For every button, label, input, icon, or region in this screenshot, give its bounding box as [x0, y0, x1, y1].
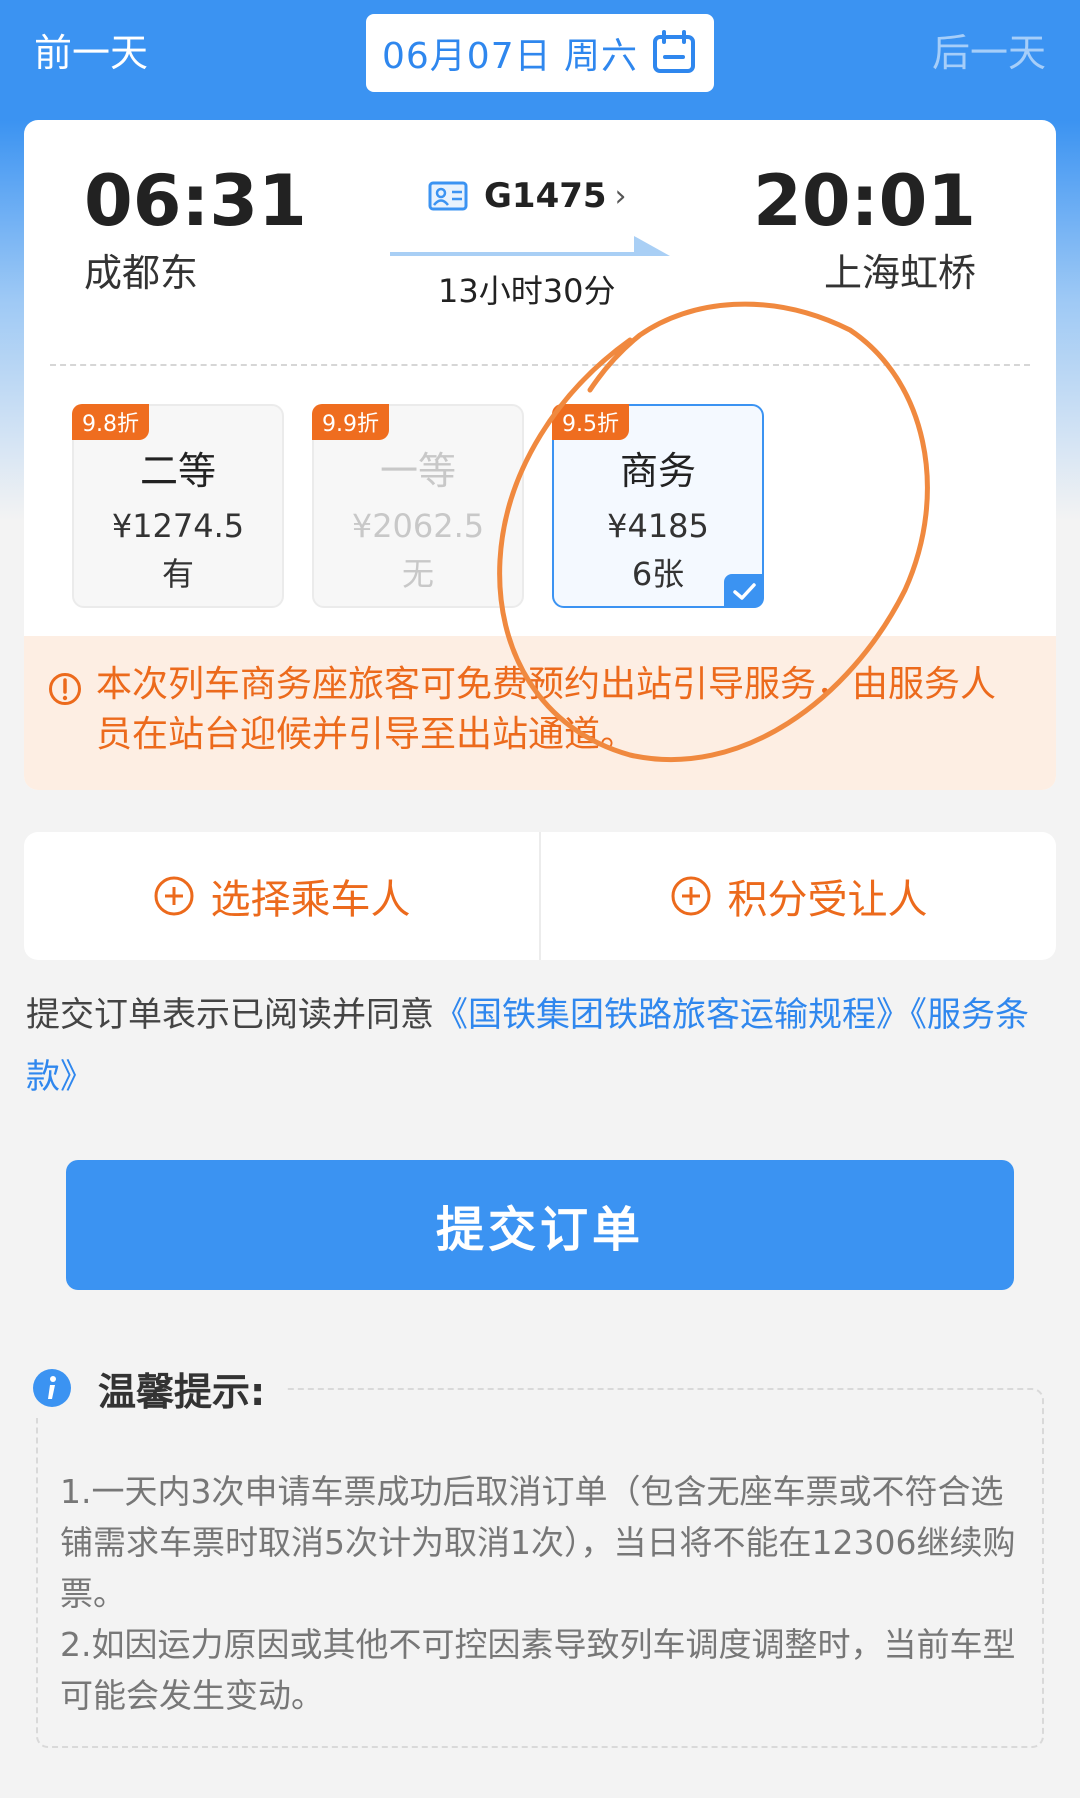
discount-badge: 9.9折 — [312, 404, 389, 440]
submit-order-button[interactable]: 提交订单 — [66, 1160, 1014, 1290]
date-selector[interactable]: 06月07日 周六 — [366, 14, 714, 92]
next-day-button[interactable]: 后一天 — [932, 22, 1046, 77]
selected-check-icon — [724, 574, 764, 608]
seat-option-first-class[interactable]: 9.9折 一等 ¥2062.5 无 — [312, 404, 524, 608]
tips-header: 温馨提示: — [32, 1358, 286, 1418]
dashed-divider — [50, 364, 1030, 366]
tips-title: 温馨提示: — [98, 1369, 266, 1414]
id-card-icon — [428, 181, 468, 211]
seat-availability: 有 — [161, 555, 194, 593]
add-circle-icon — [671, 876, 710, 916]
seat-class-label: 商务 — [619, 449, 696, 493]
agreement-prefix: 提交订单表示已阅读并同意 — [26, 995, 434, 1035]
date-label: 06月07日 周六 — [382, 36, 639, 77]
choose-passenger-button[interactable]: 选择乘车人 — [24, 832, 539, 960]
discount-badge: 9.5折 — [552, 404, 629, 440]
seat-availability: 无 — [401, 555, 434, 593]
tip-line-1: 1.一天内3次申请车票成功后取消订单（包含无座车票或不符合选铺需求车票时取消5次… — [60, 1472, 1016, 1613]
warning-icon — [49, 673, 81, 705]
tips-content: 1.一天内3次申请车票成功后取消订单（包含无座车票或不符合选铺需求车票时取消5次… — [60, 1466, 1020, 1721]
seat-price: ¥4185 — [607, 507, 709, 545]
passenger-bar: 选择乘车人 积分受让人 — [24, 832, 1056, 960]
chevron-right-icon: › — [614, 178, 627, 214]
info-icon — [33, 1369, 71, 1407]
seat-option-second-class[interactable]: 9.8折 二等 ¥1274.5 有 — [72, 404, 284, 608]
tip-line-2: 2.如因运力原因或其他不可控因素导致列车调度调整时，当前车型可能会发生变动。 — [60, 1625, 1016, 1715]
trip-duration: 13小时30分 — [438, 272, 616, 310]
departure-station: 成都东 — [84, 251, 199, 295]
seat-class-label: 二等 — [139, 449, 216, 493]
rules-link[interactable]: 《国铁集团铁路旅客运输规程》 — [434, 995, 910, 1035]
points-recipient-label: 积分受让人 — [727, 877, 928, 923]
seat-class-label: 一等 — [379, 449, 456, 493]
service-notice: 本次列车商务座旅客可免费预约出站引导服务，由服务人员在站台迎候并引导至出站通道。 — [24, 636, 1056, 790]
seat-price: ¥1274.5 — [111, 507, 245, 545]
seat-option-business-class[interactable]: 9.5折 商务 ¥4185 6张 — [552, 404, 764, 608]
departure-time: 06:31 — [84, 160, 307, 242]
train-card: 06:31 成都东 G1475 › 13小时30分 20:01 上海虹桥 9.8… — [24, 120, 1056, 790]
points-recipient-button[interactable]: 积分受让人 — [541, 832, 1056, 960]
arrival-time: 20:01 — [753, 160, 976, 242]
agreement-text: 提交订单表示已阅读并同意《国铁集团铁路旅客运输规程》《服务条款》 — [26, 984, 1056, 1108]
discount-badge: 9.8折 — [72, 404, 149, 440]
train-code: G1475 — [484, 176, 607, 216]
choose-passenger-label: 选择乘车人 — [210, 877, 411, 923]
seat-price: ¥2062.5 — [351, 507, 485, 545]
arrival-station: 上海虹桥 — [823, 251, 976, 295]
train-number-link[interactable]: G1475 › — [428, 176, 627, 216]
prev-day-button[interactable]: 前一天 — [34, 22, 148, 77]
route-arrow — [390, 236, 670, 256]
notice-text: 本次列车商务座旅客可免费预约出站引导服务，由服务人员在站台迎候并引导至出站通道。 — [96, 664, 997, 755]
calendar-icon — [653, 30, 695, 73]
add-circle-icon — [154, 876, 193, 916]
